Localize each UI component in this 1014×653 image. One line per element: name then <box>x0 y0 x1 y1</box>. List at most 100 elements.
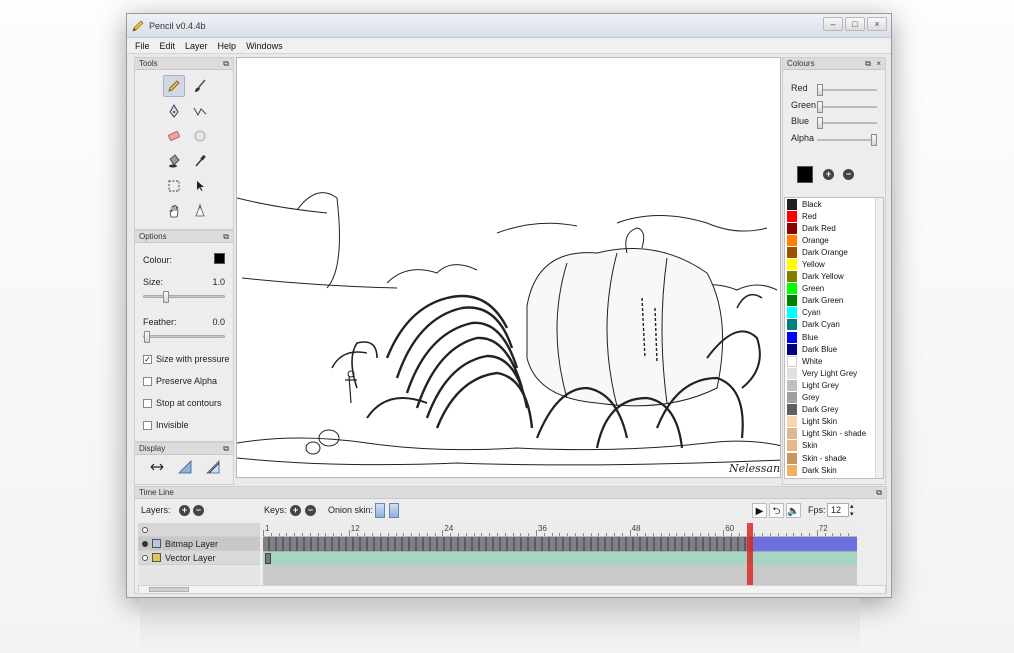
add-key-button[interactable]: + <box>290 505 301 516</box>
flip-horizontal-button[interactable] <box>149 460 165 476</box>
brush-tool[interactable] <box>189 75 211 97</box>
vector-layer-track[interactable] <box>263 551 857 565</box>
remove-layer-button[interactable]: − <box>193 505 204 516</box>
palette-item[interactable]: Very Light Grey <box>785 367 883 379</box>
dock-icon[interactable]: ⧉ <box>865 58 871 69</box>
fps-input[interactable]: 12 <box>827 503 849 517</box>
palette-item[interactable]: Dark Red <box>785 222 883 234</box>
bucket-tool[interactable] <box>163 150 185 172</box>
palette-item[interactable]: Dark Orange <box>785 246 883 258</box>
alpha-slider[interactable] <box>817 134 877 146</box>
green-slider[interactable] <box>817 101 877 113</box>
blue-slider[interactable] <box>817 117 877 129</box>
palette-item[interactable]: Dark Cyan <box>785 319 883 331</box>
invisible-checkbox[interactable] <box>143 420 152 430</box>
palette-item[interactable]: Red <box>785 210 883 222</box>
size-slider[interactable] <box>143 291 225 303</box>
layer-row-vector[interactable]: Vector Layer <box>138 551 260 565</box>
maximize-button[interactable]: □ <box>845 17 865 31</box>
palette-item[interactable]: Skin <box>785 440 883 452</box>
dock-icon[interactable]: ⧉ <box>876 487 882 498</box>
frame-tracks[interactable]: 1 12 24 36 48 60 72 <box>263 523 857 585</box>
feather-slider-thumb[interactable] <box>144 331 150 343</box>
palette-item[interactable]: Dark Yellow <box>785 271 883 283</box>
palette-item[interactable]: Black <box>785 198 883 210</box>
stop-at-contours-checkbox[interactable] <box>143 398 152 408</box>
pencil-tool[interactable] <box>163 75 185 97</box>
menu-windows[interactable]: Windows <box>246 41 283 51</box>
red-slider-thumb[interactable] <box>817 84 823 96</box>
colour-swatch[interactable] <box>214 253 225 264</box>
current-colour-swatch[interactable] <box>797 166 813 183</box>
add-colour-button[interactable]: + <box>823 169 834 180</box>
smudge-tool[interactable] <box>189 125 211 147</box>
blue-slider-thumb[interactable] <box>817 117 823 129</box>
drawing-canvas[interactable]: Nelessan <box>236 57 781 478</box>
eyedropper-tool[interactable] <box>189 150 211 172</box>
polyline-tool[interactable] <box>189 100 211 122</box>
fps-spinner-icon[interactable]: ▴ ▾ <box>850 502 854 518</box>
palette-item[interactable]: Skin - shade <box>785 452 883 464</box>
eraser-tool[interactable] <box>163 125 185 147</box>
remove-colour-button[interactable]: − <box>843 169 854 180</box>
frame-ruler[interactable]: 1 12 24 36 48 60 72 <box>263 523 857 537</box>
palette-scrollbar[interactable] <box>875 198 883 478</box>
clear-tool[interactable] <box>189 200 211 222</box>
preserve-alpha-option[interactable]: Preserve Alpha <box>143 376 217 386</box>
menu-file[interactable]: File <box>135 41 150 51</box>
loop-button[interactable]: ⮌ <box>769 503 784 518</box>
sound-button[interactable]: 🔈 <box>786 503 801 518</box>
remove-key-button[interactable]: − <box>305 505 316 516</box>
thin-lines-button[interactable] <box>177 460 193 476</box>
palette-item[interactable]: White <box>785 355 883 367</box>
palette-item[interactable]: Grey <box>785 392 883 404</box>
close-icon[interactable]: × <box>876 58 881 69</box>
layer-visibility-icon[interactable] <box>142 554 148 561</box>
onion-skin-previous-button[interactable] <box>375 503 385 518</box>
select-tool[interactable] <box>163 175 185 197</box>
palette-item[interactable]: Dark Blue <box>785 343 883 355</box>
colour-palette-list[interactable]: Black Red Dark Red Orange Dark Orange Yellow D… <box>784 197 884 479</box>
timeline-scrollbar[interactable] <box>138 585 886 594</box>
size-with-pressure-option[interactable]: ✓ Size with pressure <box>143 354 230 364</box>
preserve-alpha-checkbox[interactable] <box>143 376 152 386</box>
palette-item[interactable]: Cyan <box>785 307 883 319</box>
layer-visibility-icon[interactable] <box>142 540 148 547</box>
palette-item[interactable]: Blue <box>785 331 883 343</box>
visibility-toggle-all-icon[interactable] <box>142 526 148 533</box>
palette-item[interactable]: Light Grey <box>785 379 883 391</box>
invisible-option[interactable]: Invisible <box>143 420 189 430</box>
size-slider-thumb[interactable] <box>162 291 169 303</box>
onion-skin-next-button[interactable] <box>389 503 399 518</box>
menu-edit[interactable]: Edit <box>160 41 176 51</box>
add-layer-button[interactable]: + <box>179 505 190 516</box>
close-button[interactable]: × <box>867 17 887 31</box>
layer-row-bitmap[interactable]: Bitmap Layer <box>138 537 260 551</box>
green-slider-thumb[interactable] <box>817 101 823 113</box>
palette-item[interactable]: Yellow <box>785 258 883 271</box>
playhead[interactable] <box>746 523 753 585</box>
pen-tool[interactable] <box>163 100 185 122</box>
minimize-button[interactable]: – <box>823 17 843 31</box>
palette-item[interactable]: Dark Skin <box>785 464 883 476</box>
palette-item[interactable]: Light Skin - shade <box>785 428 883 440</box>
timeline-scrollbar-thumb[interactable] <box>149 587 189 592</box>
outlines-button[interactable] <box>205 460 221 476</box>
vector-keyframe[interactable] <box>265 553 271 564</box>
feather-slider[interactable] <box>143 331 225 343</box>
hand-tool[interactable] <box>163 200 185 222</box>
palette-item[interactable]: Orange <box>785 234 883 246</box>
dock-icon[interactable]: ⧉ <box>223 231 229 242</box>
palette-item[interactable]: Light Skin <box>785 416 883 428</box>
alpha-slider-thumb[interactable] <box>871 134 877 146</box>
menu-layer[interactable]: Layer <box>185 41 208 51</box>
stop-at-contours-option[interactable]: Stop at contours <box>143 398 222 408</box>
play-button[interactable]: ▶ <box>752 503 767 518</box>
dock-icon[interactable]: ⧉ <box>223 58 229 69</box>
palette-item[interactable]: Dark Green <box>785 295 883 307</box>
dock-icon[interactable]: ⧉ <box>223 443 229 454</box>
palette-item[interactable]: Green <box>785 283 883 295</box>
menu-help[interactable]: Help <box>218 41 237 51</box>
red-slider[interactable] <box>817 84 877 96</box>
size-with-pressure-checkbox[interactable]: ✓ <box>143 354 152 364</box>
